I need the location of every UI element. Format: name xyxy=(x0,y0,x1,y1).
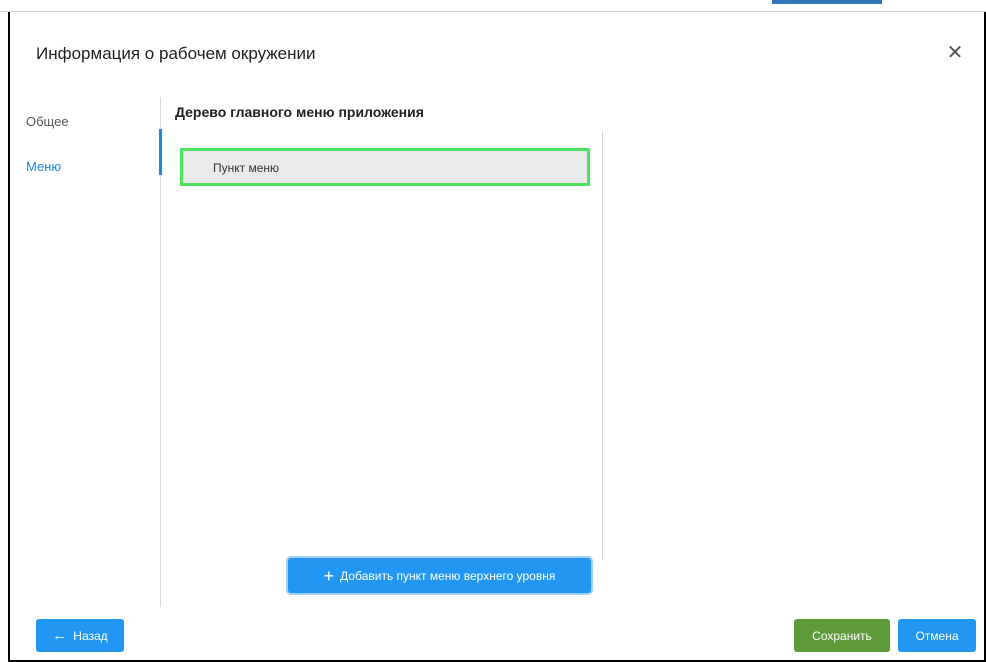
close-icon[interactable]: ✕ xyxy=(944,42,966,64)
arrow-left-icon: ← xyxy=(52,627,68,644)
dialog-title: Информация о рабочем окружении xyxy=(36,44,316,63)
back-button-label: Назад xyxy=(73,628,108,643)
nav-active-indicator xyxy=(159,129,162,175)
nav-item-menu[interactable]: Меню xyxy=(26,159,61,174)
menu-tree-title: Дерево главного меню приложения xyxy=(175,104,424,120)
save-button[interactable]: Сохранить xyxy=(794,619,890,652)
add-top-level-menu-item-button[interactable]: + Добавить пункт меню верхнего уровня xyxy=(288,558,591,593)
background-toolbar-chip xyxy=(772,0,882,4)
menu-tree-item[interactable]: Пункт меню xyxy=(180,148,590,186)
dialog-nav: Общее Меню xyxy=(10,97,160,607)
back-button[interactable]: ← Назад xyxy=(36,619,124,652)
plus-icon: + xyxy=(323,565,335,586)
nav-item-general[interactable]: Общее xyxy=(26,114,69,129)
workspace-info-dialog: Информация о рабочем окружении ✕ Общее М… xyxy=(8,12,986,662)
background-window-strip xyxy=(0,0,986,12)
add-button-label: Добавить пункт меню верхнего уровня xyxy=(340,568,556,583)
tree-item-label: Пункт меню xyxy=(213,161,280,175)
tree-panel-divider xyxy=(602,131,603,561)
cancel-button[interactable]: Отмена xyxy=(898,619,976,652)
